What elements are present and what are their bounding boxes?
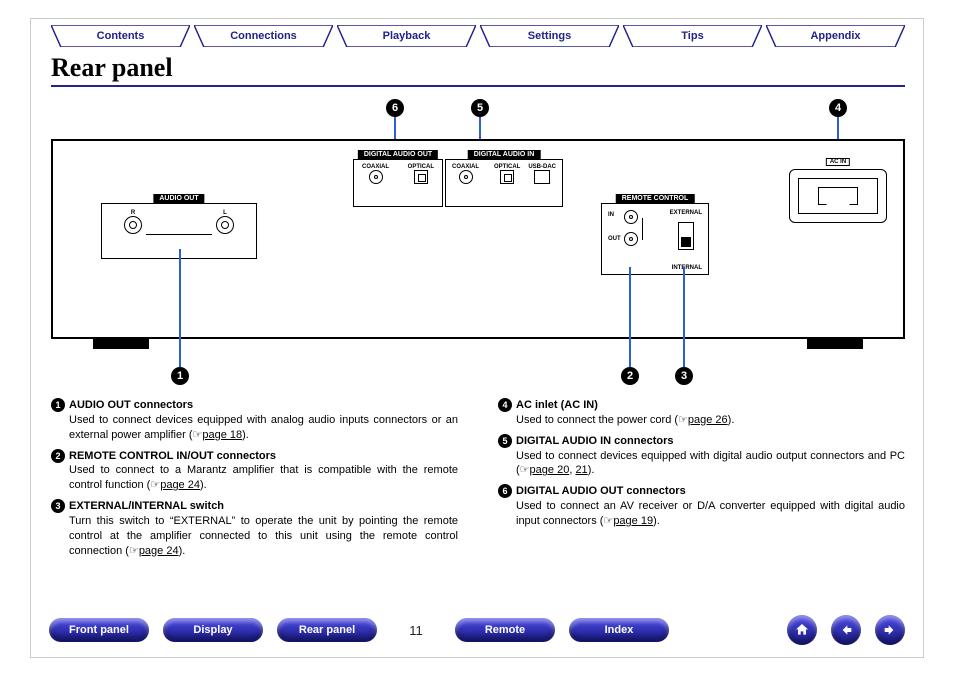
item3-body: Turn this switch to “EXTERNAL” to operat… [69, 514, 458, 559]
link-page-26[interactable]: page 26 [688, 414, 728, 426]
link-page-19[interactable]: page 19 [613, 515, 653, 527]
ac-inlet-icon [798, 178, 878, 214]
arrow-left-icon [838, 622, 854, 638]
optical-icon [414, 170, 428, 184]
description-columns: 1AUDIO OUT connectors Used to connect de… [51, 394, 905, 564]
item2-body: Used to connect to a Marantz amplifier t… [69, 463, 458, 493]
optical-icon [500, 170, 514, 184]
rear-panel-button[interactable]: Rear panel [277, 618, 377, 642]
tab-tips[interactable]: Tips [623, 25, 762, 47]
page-number: 11 [391, 623, 441, 638]
item4-body: Used to connect the power cord (☞page 26… [516, 413, 905, 428]
foot-icon [807, 337, 863, 349]
rca-icon [369, 170, 383, 184]
foot-icon [93, 337, 149, 349]
rca-icon [624, 232, 638, 246]
remote-ext: EXTERNAL [670, 210, 702, 216]
home-icon [794, 622, 810, 638]
leader-2 [629, 267, 631, 367]
callout-5: 5 [471, 99, 489, 117]
item1-body: Used to connect devices equipped with an… [69, 413, 458, 443]
page-title: Rear panel [51, 53, 173, 83]
tab-appendix[interactable]: Appendix [766, 25, 905, 47]
front-panel-button[interactable]: Front panel [49, 618, 149, 642]
callout-4: 4 [829, 99, 847, 117]
item1-head: 1AUDIO OUT connectors [51, 398, 458, 413]
prev-button[interactable] [831, 615, 861, 645]
item6-body: Used to connect an AV receiver or D/A co… [516, 499, 905, 529]
left-column: 1AUDIO OUT connectors Used to connect de… [51, 394, 458, 564]
title-rule [51, 85, 905, 87]
ac-in-label: AC IN [826, 158, 850, 166]
remote-label: REMOTE CONTROL [616, 194, 695, 203]
audio-out-label: AUDIO OUT [153, 194, 204, 203]
index-button[interactable]: Index [569, 618, 669, 642]
tab-playback[interactable]: Playback [337, 25, 476, 47]
link-page-24b[interactable]: page 24 [139, 545, 179, 557]
callout-3: 3 [675, 367, 693, 385]
ac-in-box: AC IN [789, 169, 887, 223]
link-page-18[interactable]: page 18 [202, 429, 242, 441]
display-button[interactable]: Display [163, 618, 263, 642]
digital-in-box: DIGITAL AUDIO IN COAXIAL OPTICAL USB-DAC [445, 159, 563, 207]
item2-head: 2REMOTE CONTROL IN/OUT connectors [51, 449, 458, 464]
link-page-21[interactable]: 21 [575, 464, 587, 476]
tab-connections[interactable]: Connections [194, 25, 333, 47]
item5-head: 5DIGITAL AUDIO IN connectors [498, 434, 905, 449]
item5-body: Used to connect devices equipped with di… [516, 449, 905, 479]
link-page-24[interactable]: page 24 [160, 479, 200, 491]
callout-6: 6 [386, 99, 404, 117]
tab-contents[interactable]: Contents [51, 25, 190, 47]
switch-icon [678, 222, 694, 250]
remote-out: OUT [608, 236, 621, 242]
remote-in: IN [608, 212, 614, 218]
usb-icon [534, 170, 550, 184]
remote-button[interactable]: Remote [455, 618, 555, 642]
tab-settings[interactable]: Settings [480, 25, 619, 47]
digital-out-box: DIGITAL AUDIO OUT COAXIAL OPTICAL [353, 159, 443, 207]
leader-3 [683, 267, 685, 367]
callout-1: 1 [171, 367, 189, 385]
home-button[interactable] [787, 615, 817, 645]
footer-bar: Front panel Display Rear panel 11 Remote… [31, 613, 923, 647]
rca-icon [124, 216, 142, 234]
next-button[interactable] [875, 615, 905, 645]
digital-out-label: DIGITAL AUDIO OUT [358, 150, 438, 159]
rca-icon [216, 216, 234, 234]
right-column: 4AC inlet (AC IN) Used to connect the po… [498, 394, 905, 564]
leader-1 [179, 249, 181, 367]
item4-head: 4AC inlet (AC IN) [498, 398, 905, 413]
rear-panel-diagram: 6 5 4 AUDIO OUT R L DIGITAL A [51, 139, 905, 369]
manual-page: Contents Connections Playback Settings T… [30, 18, 924, 658]
rca-icon [624, 210, 638, 224]
item3-head: 3EXTERNAL/INTERNAL switch [51, 499, 458, 514]
callout-2: 2 [621, 367, 639, 385]
remote-int: INTERNAL [672, 265, 702, 271]
item6-head: 6DIGITAL AUDIO OUT connectors [498, 484, 905, 499]
rca-icon [459, 170, 473, 184]
top-tabs: Contents Connections Playback Settings T… [51, 25, 905, 47]
arrow-right-icon [882, 622, 898, 638]
remote-box: REMOTE CONTROL IN OUT EXTERNAL INTERNAL [601, 203, 709, 275]
link-page-20[interactable]: page 20 [530, 464, 570, 476]
digital-in-label: DIGITAL AUDIO IN [468, 150, 541, 159]
